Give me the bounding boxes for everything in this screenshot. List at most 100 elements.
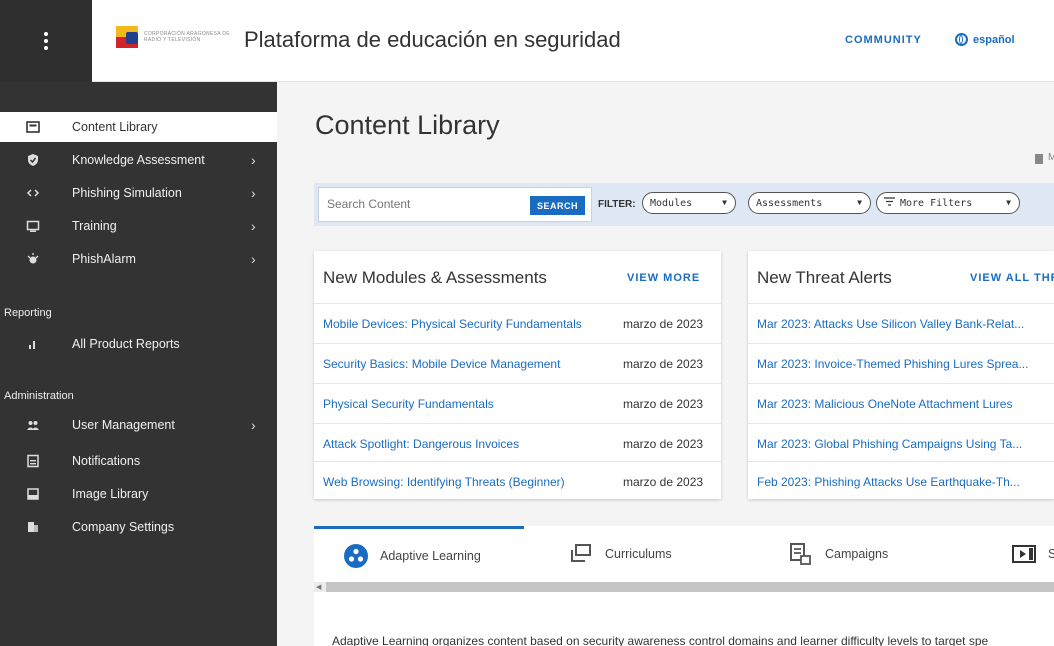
list-item: Security Basics: Mobile Device Managemen… [314, 343, 721, 383]
threat-alert-link[interactable]: Mar 2023: Attacks Use Silicon Valley Ban… [757, 317, 1024, 331]
module-link[interactable]: Physical Security Fundamentals [323, 397, 494, 411]
filter-option-label: Modules [650, 197, 693, 209]
app-title: Plataforma de educación en seguridad [244, 27, 621, 52]
curriculums-icon [569, 542, 593, 566]
module-date: marzo de 2023 [623, 437, 704, 451]
sidebar-item-label: User Management [72, 418, 175, 432]
sidebar-item-label: Phishing Simulation [72, 186, 182, 200]
threat-alert-link[interactable]: Feb 2023: Phishing Attacks Use Earthquak… [757, 475, 1020, 489]
video-icon [1012, 542, 1036, 566]
new-threat-alerts-card: New Threat Alerts VIEW ALL THR Mar 2023:… [748, 251, 1054, 499]
chevron-right-icon: › [251, 152, 256, 168]
more-filters-dropdown[interactable]: More Filters ▼ [876, 192, 1020, 214]
sidebar-item-image-library[interactable]: Image Library [0, 479, 277, 509]
library-icon [26, 120, 40, 134]
list-item: Mar 2023: Global Phishing Campaigns Usin… [748, 423, 1054, 463]
language-selector[interactable]: español [955, 33, 1015, 46]
card-title: New Threat Alerts [757, 268, 892, 287]
list-item: Mar 2023: Attacks Use Silicon Valley Ban… [748, 303, 1054, 343]
sidebar-item-notifications[interactable]: Notifications [0, 446, 277, 476]
screen-icon [26, 219, 40, 233]
sidebar-item-label: Image Library [72, 487, 149, 501]
bar-chart-icon [26, 337, 40, 351]
sidebar-item-training[interactable]: Training › [0, 211, 277, 241]
company-logo: CORPORACIÓN ARAGONESA DE RADIO Y TELEVIS… [116, 26, 236, 48]
notifications-icon [26, 454, 40, 468]
threat-alert-link[interactable]: Mar 2023: Invoice-Themed Phishing Lures … [757, 357, 1028, 371]
globe-icon [955, 33, 968, 46]
module-date: marzo de 2023 [623, 317, 704, 331]
menu-button[interactable] [0, 0, 92, 82]
module-date: marzo de 2023 [623, 475, 704, 489]
tab-description: Adaptive Learning organizes content base… [332, 634, 989, 646]
page-title: Content Library [315, 110, 500, 140]
view-all-threats-link[interactable]: VIEW ALL THR [970, 272, 1054, 284]
search-box: SEARCH [318, 187, 592, 222]
tab-description-panel: Adaptive Learning organizes content base… [314, 592, 1054, 646]
module-link[interactable]: Web Browsing: Identifying Threats (Begin… [323, 475, 565, 489]
sidebar-item-phishing-simulation[interactable]: Phishing Simulation › [0, 178, 277, 208]
chevron-right-icon: › [251, 417, 256, 433]
threat-alert-link[interactable]: Mar 2023: Malicious OneNote Attachment L… [757, 397, 1012, 411]
list-item: Physical Security Fundamentals marzo de … [314, 383, 721, 423]
scroll-thumb[interactable] [326, 582, 1054, 592]
list-item: Feb 2023: Phishing Attacks Use Earthquak… [748, 461, 1054, 501]
code-icon [26, 186, 40, 200]
tab-campaigns[interactable]: Campaigns [789, 526, 888, 582]
module-link[interactable]: Security Basics: Mobile Device Managemen… [323, 357, 560, 371]
filter-bar: SEARCH FILTER: Modules ▼ Assessments ▼ M… [314, 183, 1054, 226]
search-input[interactable] [327, 197, 517, 211]
filter-lines-icon [884, 197, 895, 209]
sidebar-item-phishalarm[interactable]: PhishAlarm › [0, 244, 277, 274]
caret-down-icon: ▼ [1006, 198, 1011, 207]
list-item: Attack Spotlight: Dangerous Invoices mar… [314, 423, 721, 463]
tab-label: Adaptive Learning [380, 548, 481, 563]
threat-alert-link[interactable]: Mar 2023: Global Phishing Campaigns Usin… [757, 437, 1022, 451]
sidebar-item-content-library[interactable]: Content Library [0, 112, 277, 142]
module-link[interactable]: Attack Spotlight: Dangerous Invoices [323, 437, 519, 451]
sidebar-item-all-product-reports[interactable]: All Product Reports [0, 329, 277, 359]
caret-down-icon: ▼ [722, 198, 727, 207]
list-item: Mobile Devices: Physical Security Fundam… [314, 303, 721, 343]
campaigns-icon [789, 542, 813, 566]
sidebar-item-user-management[interactable]: User Management › [0, 410, 277, 440]
sidebar-item-label: Company Settings [72, 520, 175, 534]
administration-section-heading: Administration [4, 390, 74, 402]
list-item: Mar 2023: Invoice-Themed Phishing Lures … [748, 343, 1054, 383]
tab-adaptive-learning[interactable]: Adaptive Learning [314, 526, 524, 582]
search-button[interactable]: SEARCH [530, 196, 585, 215]
tab-label: Campaigns [825, 547, 889, 561]
alarm-icon [26, 252, 40, 266]
module-date: marzo de 2023 [623, 397, 704, 411]
assessments-filter-dropdown[interactable]: Assessments ▼ [748, 192, 871, 214]
scroll-left-icon[interactable]: ◀ [316, 583, 321, 591]
sidebar-item-company-settings[interactable]: Company Settings [0, 512, 277, 542]
view-more-link[interactable]: VIEW MORE [627, 272, 700, 284]
modules-filter-dropdown[interactable]: Modules ▼ [642, 192, 736, 214]
logo-text: CORPORACIÓN ARAGONESA DE RADIO Y TELEVIS… [144, 31, 230, 43]
more-vertical-icon [44, 32, 48, 50]
community-link[interactable]: COMMUNITY [845, 34, 922, 46]
reporting-section-heading: Reporting [4, 307, 52, 319]
tab-label: Curriculums [605, 547, 672, 561]
module-link[interactable]: Mobile Devices: Physical Security Fundam… [323, 317, 582, 331]
language-label: español [973, 33, 1015, 46]
chevron-right-icon: › [251, 251, 256, 267]
logo-mark-icon [116, 26, 138, 48]
bookmark-icon[interactable] [1035, 154, 1043, 164]
sidebar-item-knowledge-assessment[interactable]: Knowledge Assessment › [0, 145, 277, 175]
horizontal-scrollbar[interactable]: ◀ [314, 582, 1054, 592]
caret-down-icon: ▼ [857, 198, 862, 207]
sidebar-item-label: PhishAlarm [72, 252, 136, 266]
module-date: marzo de 2023 [623, 357, 704, 371]
sidebar-item-label: Knowledge Assessment [72, 153, 205, 167]
filter-option-label: Assessments [756, 197, 823, 209]
sidebar-item-label: All Product Reports [72, 337, 180, 351]
card-title: New Modules & Assessments [323, 268, 547, 287]
sidebar: Content Library Knowledge Assessment › P… [0, 82, 277, 646]
bookmark-label: M [1048, 152, 1054, 163]
list-item: Web Browsing: Identifying Threats (Begin… [314, 461, 721, 501]
sidebar-item-label: Training [72, 219, 117, 233]
tab-curriculums[interactable]: Curriculums [569, 526, 672, 582]
tab-fourth[interactable]: S [1012, 526, 1054, 582]
